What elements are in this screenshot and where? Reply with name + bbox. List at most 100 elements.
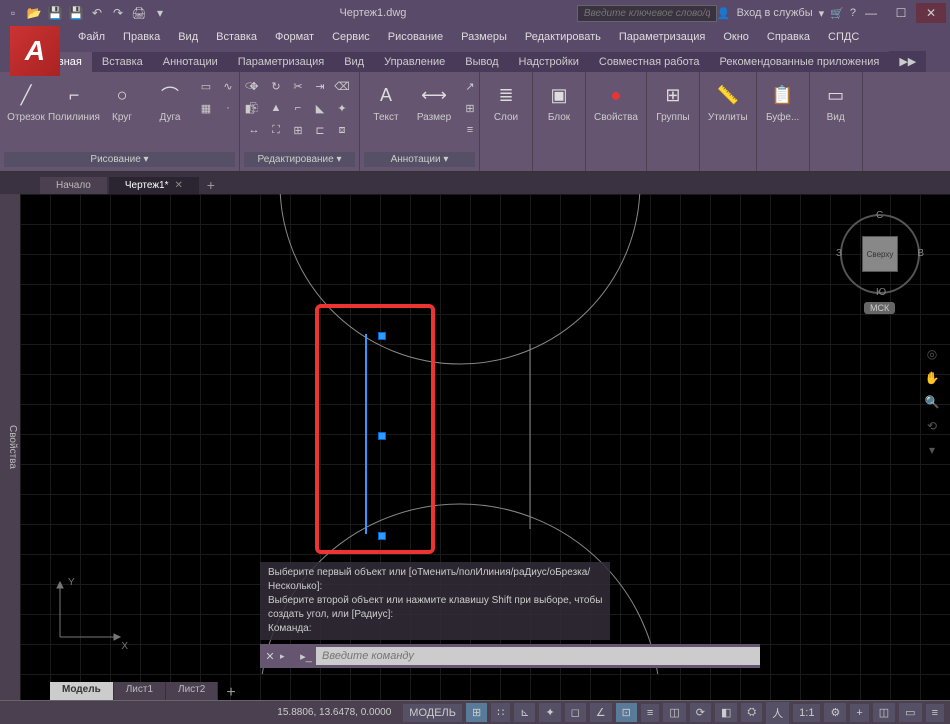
menu-dims[interactable]: Размеры <box>453 28 515 46</box>
mirror-icon[interactable]: ▲ <box>266 98 286 118</box>
hatch-icon[interactable]: ▦ <box>196 98 216 118</box>
chamfer-icon[interactable]: ◣ <box>310 98 330 118</box>
spline-icon[interactable]: ∿ <box>218 76 238 96</box>
cmd-close-icon[interactable]: ✕ <box>260 650 280 663</box>
rtab-featured[interactable]: Рекомендованные приложения <box>710 52 890 72</box>
menu-tools[interactable]: Сервис <box>324 28 378 46</box>
menu-draw[interactable]: Рисование <box>380 28 451 46</box>
saveas-icon[interactable]: 💾 <box>67 4 85 22</box>
line-button[interactable]: ╱Отрезок <box>4 76 48 127</box>
grip-mid[interactable] <box>378 432 386 440</box>
menu-insert[interactable]: Вставка <box>208 28 265 46</box>
status-ws-icon[interactable]: ⚙ <box>824 703 846 722</box>
cloud-icon[interactable]: ▾ <box>819 7 825 20</box>
viewcube-wcs[interactable]: МСК <box>864 302 895 314</box>
move-icon[interactable]: ✥ <box>244 76 264 96</box>
status-custom-icon[interactable]: ≡ <box>926 704 944 722</box>
fillet-icon[interactable]: ⌐ <box>288 98 308 118</box>
rtab-addins[interactable]: Надстройки <box>509 52 589 72</box>
open-icon[interactable]: 📂 <box>25 4 43 22</box>
viewcube-north[interactable]: С <box>876 210 883 221</box>
props-button[interactable]: ●Свойства <box>590 76 642 127</box>
properties-panel-tab[interactable]: Свойства <box>0 194 20 700</box>
status-snap-icon[interactable]: ∷ <box>491 703 510 722</box>
rotate-icon[interactable]: ↻ <box>266 76 286 96</box>
circle-button[interactable]: ○Круг <box>100 76 144 127</box>
rtab-annotate[interactable]: Аннотации <box>153 52 228 72</box>
status-qp-icon[interactable]: ⛭ <box>741 703 762 722</box>
menu-edit[interactable]: Правка <box>115 28 168 46</box>
nav-wheel-icon[interactable]: ◎ <box>922 344 942 364</box>
layout-add-button[interactable]: + <box>218 682 243 700</box>
layout-sheet1[interactable]: Лист1 <box>114 682 166 700</box>
status-iso-icon[interactable]: ◫ <box>873 703 895 722</box>
polyline-button[interactable]: ⌐Полилиния <box>52 76 96 127</box>
rect-icon[interactable]: ▭ <box>196 76 216 96</box>
nav-pan-icon[interactable]: ✋ <box>922 368 942 388</box>
nav-orbit-icon[interactable]: ⟲ <box>922 416 942 436</box>
status-annot-icon[interactable]: 人 <box>766 702 789 724</box>
status-polar-icon[interactable]: ✦ <box>539 703 560 722</box>
undo-icon[interactable]: ↶ <box>88 4 106 22</box>
new-icon[interactable]: ▫ <box>4 4 22 22</box>
drawing-canvas[interactable]: Сверху С Ю В З МСК ◎ ✋ 🔍 ⟲ ▾ X Y Выберит… <box>20 194 950 700</box>
mtext-icon[interactable]: ≡ <box>460 120 480 140</box>
menu-modify[interactable]: Редактировать <box>517 28 609 46</box>
rtab-view[interactable]: Вид <box>334 52 374 72</box>
menu-help[interactable]: Справка <box>759 28 818 46</box>
leader-icon[interactable]: ↗ <box>460 76 480 96</box>
menu-window[interactable]: Окно <box>715 28 757 46</box>
rtab-collab[interactable]: Совместная работа <box>589 52 710 72</box>
status-monitor-icon[interactable]: + <box>850 704 868 722</box>
user-icon[interactable]: 👤 <box>717 7 731 20</box>
nav-show-icon[interactable]: ▾ <box>922 440 942 460</box>
status-scale[interactable]: 1:1 <box>793 704 820 722</box>
menu-file[interactable]: Файл <box>70 28 113 46</box>
tab-start[interactable]: Начало <box>40 177 107 194</box>
block-button[interactable]: ▣Блок <box>537 76 581 127</box>
status-dyn-icon[interactable]: ⊡ <box>616 703 637 722</box>
viewcube-west[interactable]: З <box>836 248 842 259</box>
copy-icon[interactable]: ⎘ <box>244 98 264 118</box>
qat-more-icon[interactable]: ▾ <box>151 4 169 22</box>
status-3d-icon[interactable]: ◧ <box>715 703 737 722</box>
viewcube-east[interactable]: В <box>917 248 924 259</box>
status-osnap-icon[interactable]: ◻ <box>565 703 586 722</box>
maximize-button[interactable]: ☐ <box>886 3 916 23</box>
explode-icon[interactable]: ✦ <box>332 98 352 118</box>
print-icon[interactable]: 🖨 <box>130 4 148 22</box>
status-cycle-icon[interactable]: ⟳ <box>690 703 711 722</box>
grip-end[interactable] <box>378 532 386 540</box>
panel-annot-title[interactable]: Аннотации ▾ <box>364 152 475 167</box>
layout-model[interactable]: Модель <box>50 682 114 700</box>
status-model[interactable]: МОДЕЛЬ <box>403 704 462 722</box>
extend-icon[interactable]: ⇥ <box>310 76 330 96</box>
stretch-icon[interactable]: ↔ <box>244 120 264 140</box>
status-ortho-icon[interactable]: ⊾ <box>514 703 535 722</box>
dim-button[interactable]: ⟷Размер <box>412 76 456 127</box>
app-logo[interactable]: A <box>10 26 60 76</box>
viewcube[interactable]: Сверху С Ю В З МСК <box>840 214 920 294</box>
menu-format[interactable]: Формат <box>267 28 322 46</box>
save-icon[interactable]: 💾 <box>46 4 64 22</box>
layout-sheet2[interactable]: Лист2 <box>166 682 218 700</box>
search-input[interactable] <box>577 5 717 22</box>
status-lwt-icon[interactable]: ≡ <box>641 704 659 722</box>
text-button[interactable]: AТекст <box>364 76 408 127</box>
tab-close-icon[interactable]: ✕ <box>174 180 182 191</box>
menu-view[interactable]: Вид <box>170 28 206 46</box>
rtab-manage[interactable]: Управление <box>374 52 455 72</box>
close-button[interactable]: ✕ <box>916 3 946 23</box>
utils-button[interactable]: 📏Утилиты <box>704 76 752 127</box>
erase-icon[interactable]: ⌫ <box>332 76 352 96</box>
minimize-button[interactable]: — <box>856 3 886 23</box>
tab-new-button[interactable]: + <box>201 176 221 194</box>
layers-button[interactable]: ≣Слои <box>484 76 528 127</box>
viewcube-south[interactable]: Ю <box>876 287 886 298</box>
view-button[interactable]: ▭Вид <box>814 76 858 127</box>
rtab-insert[interactable]: Вставка <box>92 52 153 72</box>
tab-drawing1[interactable]: Чертеж1*✕ <box>109 177 199 194</box>
panel-draw-title[interactable]: Рисование ▾ <box>4 152 235 167</box>
nav-zoom-icon[interactable]: 🔍 <box>922 392 942 412</box>
rtab-extra[interactable]: ▶▶ <box>889 51 926 72</box>
